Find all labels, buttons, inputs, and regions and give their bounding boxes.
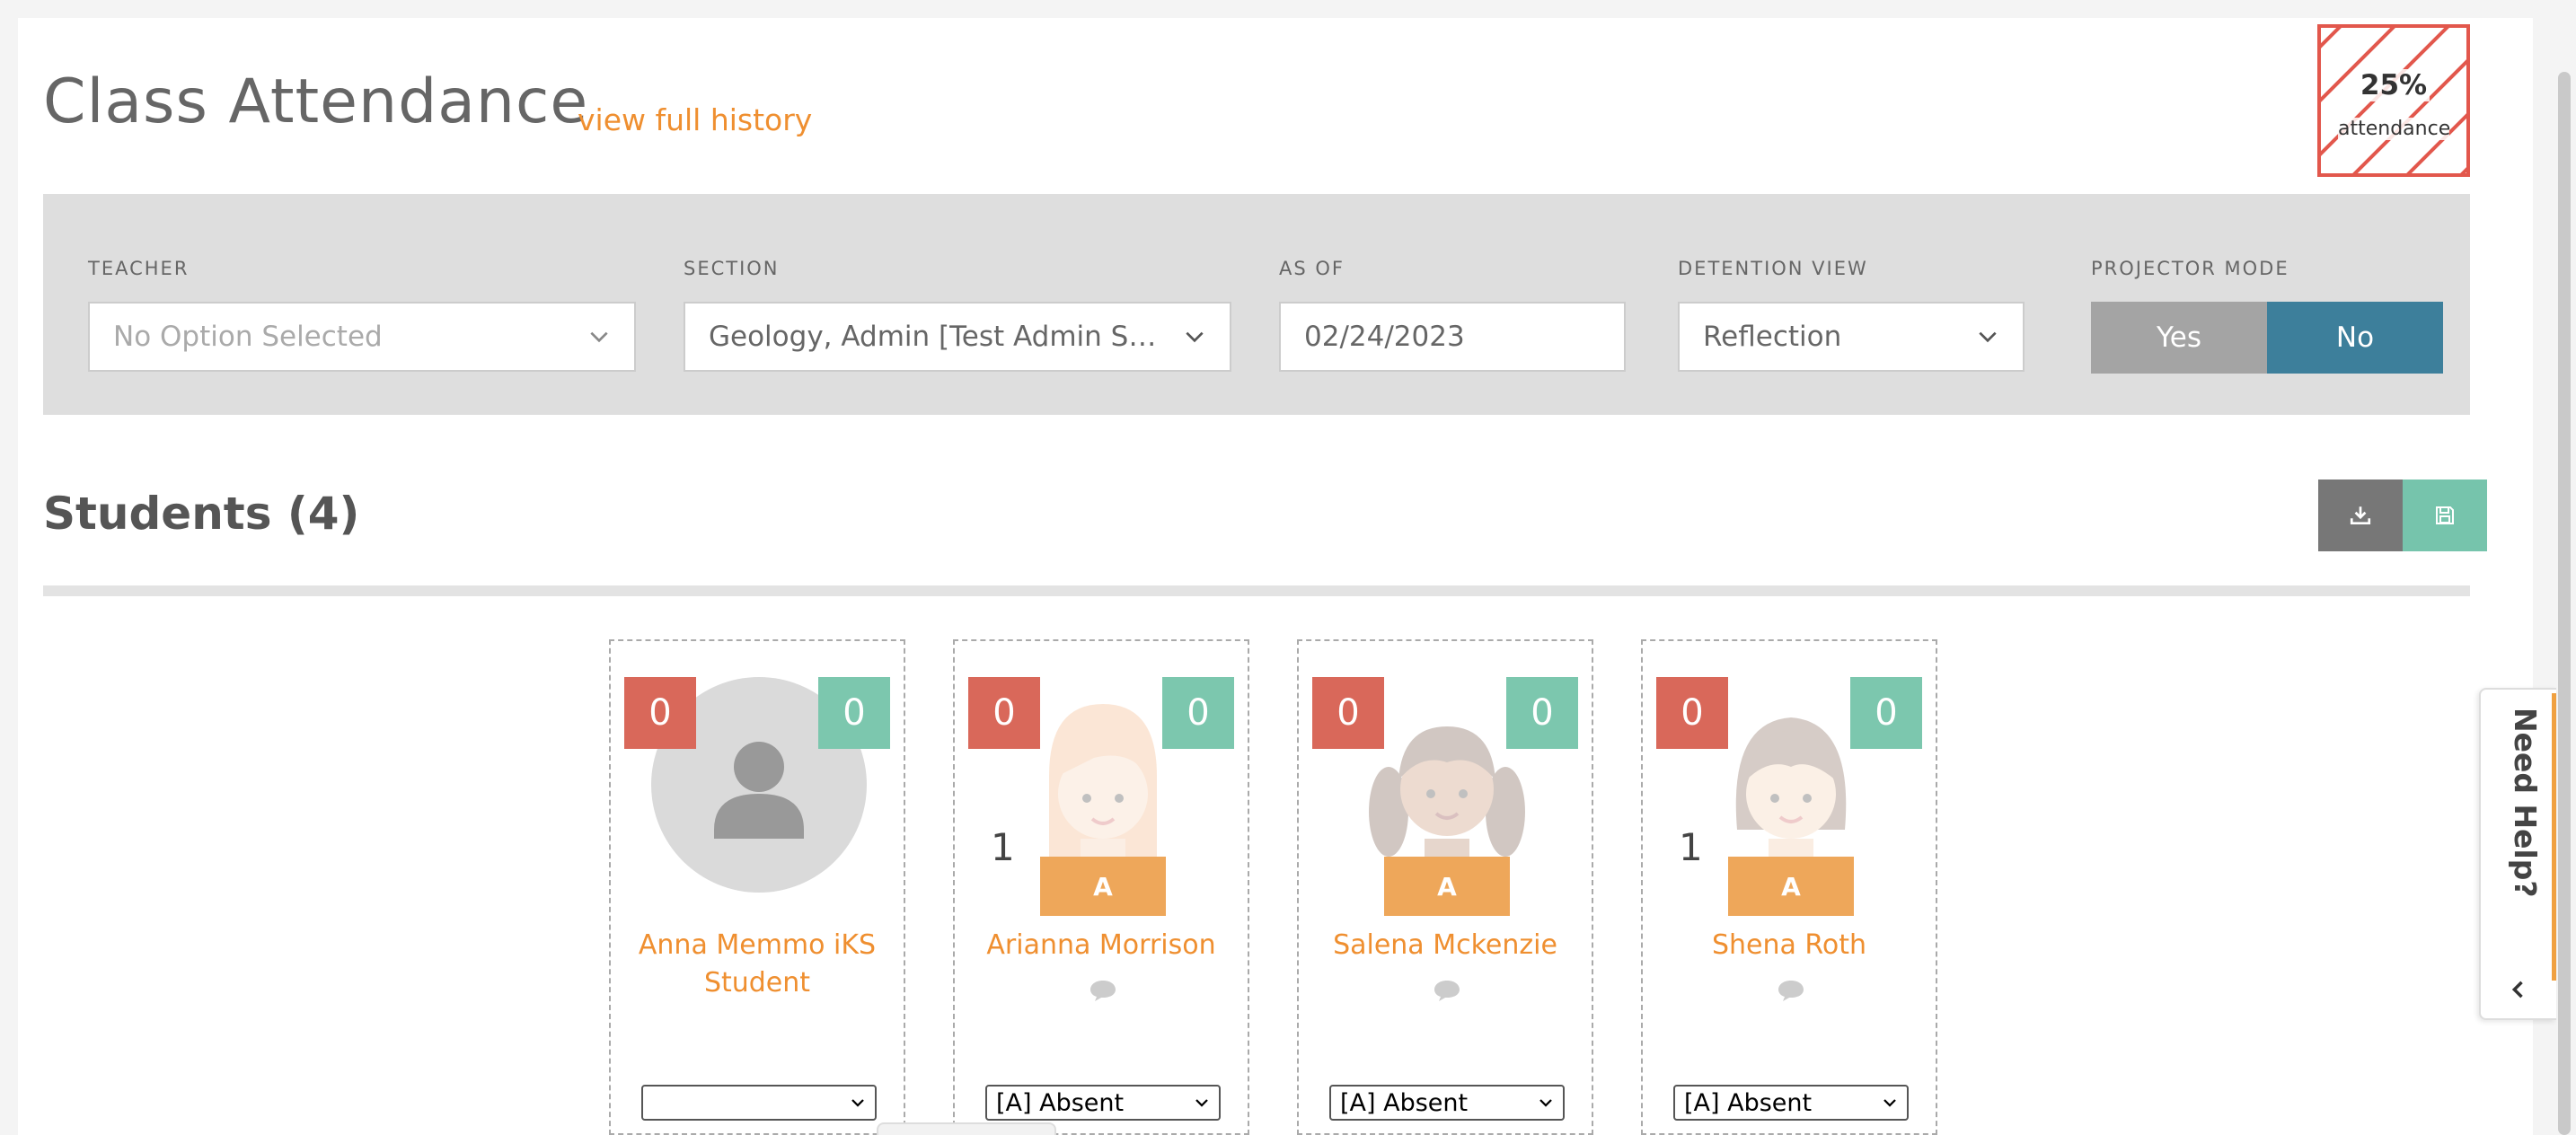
green-count-badge[interactable]: 0 xyxy=(1162,677,1234,749)
floppy-disk-icon xyxy=(2436,506,2454,524)
comment-icon[interactable] xyxy=(1778,979,1804,1002)
absent-status-badge: A xyxy=(1384,857,1510,916)
detention-view-label: DETENTION VIEW xyxy=(1678,258,1868,279)
page-title: Class Attendance xyxy=(43,66,589,137)
projector-mode-label: PROJECTOR MODE xyxy=(2091,258,2289,279)
attendance-status-select[interactable]: [A] Absent xyxy=(985,1085,1221,1121)
attendance-status-value: [A] Absent xyxy=(996,1088,1125,1117)
as-of-date-value: 02/24/2023 xyxy=(1304,321,1465,353)
student-name-link[interactable]: Arianna Morrison xyxy=(964,927,1239,964)
section-select-value: Geology, Admin [Test Admin Se… xyxy=(709,321,1172,353)
green-count-badge[interactable]: 0 xyxy=(1850,677,1922,749)
chevron-down-icon xyxy=(851,1099,864,1107)
student-number: 1 xyxy=(1679,825,1703,869)
projector-yes-button[interactable]: Yes xyxy=(2091,302,2267,374)
attendance-card xyxy=(18,18,2533,1135)
projector-mode-toggle: Yes No xyxy=(2091,302,2443,374)
as-of-label: AS OF xyxy=(1279,258,1345,279)
section-select[interactable]: Geology, Admin [Test Admin Se… xyxy=(684,302,1231,372)
attendance-badge: 25% attendance xyxy=(2317,24,2470,177)
need-help-tab[interactable]: Need Help? xyxy=(2479,688,2556,1020)
red-count-badge[interactable]: 0 xyxy=(624,677,696,749)
student-card[interactable]: 0 0 1 A Arianna Morrison [A] Absent xyxy=(953,639,1249,1135)
attendance-status-select[interactable]: [A] Absent xyxy=(1673,1085,1909,1121)
view-full-history-link[interactable]: view full history xyxy=(578,102,812,137)
chevron-down-icon xyxy=(1539,1099,1552,1107)
chevron-left-icon[interactable] xyxy=(2506,977,2531,1002)
detention-view-value: Reflection xyxy=(1703,321,1842,353)
green-count-badge[interactable]: 0 xyxy=(1506,677,1578,749)
hatch-pattern xyxy=(2321,28,2466,173)
page-scrollbar[interactable] xyxy=(2558,72,2571,1135)
download-icon xyxy=(2350,506,2371,525)
filter-bar: TEACHER No Option Selected SECTION Geolo… xyxy=(43,194,2470,415)
absent-status-badge: A xyxy=(1040,857,1166,916)
comment-icon[interactable] xyxy=(1434,979,1460,1002)
chevron-down-icon xyxy=(1195,1099,1208,1107)
red-count-badge[interactable]: 0 xyxy=(1312,677,1384,749)
attendance-percentage: 25% xyxy=(2358,69,2430,101)
student-name-link[interactable]: Anna Memmo iKS Student xyxy=(620,927,895,1002)
red-count-badge[interactable]: 0 xyxy=(968,677,1040,749)
student-card[interactable]: 0 0 Anna Memmo iKS Student xyxy=(609,639,905,1135)
projector-no-button[interactable]: No xyxy=(2267,302,2443,374)
comment-icon[interactable] xyxy=(1090,979,1116,1002)
attendance-status-value: [A] Absent xyxy=(1340,1088,1469,1117)
need-help-label: Need Help? xyxy=(2508,708,2543,898)
teacher-select[interactable]: No Option Selected xyxy=(88,302,636,372)
chevron-down-icon xyxy=(1883,1099,1896,1107)
green-count-badge[interactable]: 0 xyxy=(818,677,890,749)
student-card[interactable]: 0 0 A Salena Mckenzie [A] Absent xyxy=(1297,639,1593,1135)
student-name-link[interactable]: Shena Roth xyxy=(1652,927,1927,964)
student-name-link[interactable]: Salena Mckenzie xyxy=(1308,927,1583,964)
student-number: 1 xyxy=(991,825,1015,869)
attendance-status-select[interactable] xyxy=(641,1085,877,1121)
detention-view-select[interactable]: Reflection xyxy=(1678,302,2025,372)
bottom-tab[interactable] xyxy=(877,1122,1056,1135)
teacher-label: TEACHER xyxy=(88,258,190,279)
save-button[interactable] xyxy=(2403,480,2487,551)
section-label: SECTION xyxy=(684,258,780,279)
teacher-select-value: No Option Selected xyxy=(113,321,383,353)
attendance-status-value: [A] Absent xyxy=(1684,1088,1813,1117)
chevron-down-icon xyxy=(1186,331,1204,343)
absent-status-badge: A xyxy=(1728,857,1854,916)
attendance-status-select[interactable]: [A] Absent xyxy=(1329,1085,1565,1121)
attendance-label: attendance xyxy=(2338,118,2451,140)
help-accent-bar xyxy=(2552,693,2556,981)
red-count-badge[interactable]: 0 xyxy=(1656,677,1728,749)
as-of-date-input[interactable]: 02/24/2023 xyxy=(1279,302,1626,372)
download-button[interactable] xyxy=(2318,480,2403,551)
section-divider xyxy=(43,585,2470,596)
students-heading: Students (4) xyxy=(43,488,360,540)
chevron-down-icon xyxy=(1979,331,1997,343)
chevron-down-icon xyxy=(590,331,608,343)
student-card[interactable]: 0 0 1 A Shena Roth [A] Absent xyxy=(1641,639,1937,1135)
